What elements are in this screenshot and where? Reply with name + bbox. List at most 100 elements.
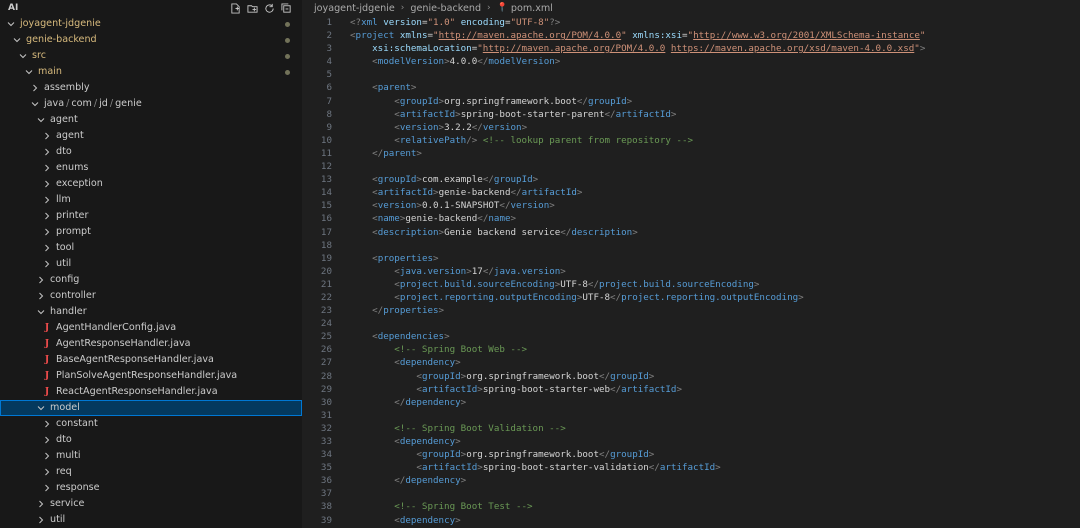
chevron-right-icon[interactable]: [42, 240, 52, 256]
chevron-right-icon[interactable]: [42, 480, 52, 496]
chevron-down-icon[interactable]: [36, 400, 46, 416]
folder-item[interactable]: agent: [0, 128, 302, 144]
folder-item[interactable]: genie-backend: [0, 32, 302, 48]
folder-item[interactable]: dto: [0, 432, 302, 448]
chevron-right-icon[interactable]: [42, 256, 52, 272]
chevron-right-icon[interactable]: [36, 512, 46, 528]
chevron-right-icon[interactable]: [42, 432, 52, 448]
code-line[interactable]: 19 <properties>: [302, 252, 1080, 265]
chevron-right-icon[interactable]: [42, 208, 52, 224]
code-line[interactable]: 14 <artifactId>genie-backend</artifactId…: [302, 186, 1080, 199]
folder-item[interactable]: main: [0, 64, 302, 80]
code-line[interactable]: 33 <dependency>: [302, 435, 1080, 448]
folder-item[interactable]: constant: [0, 416, 302, 432]
new-folder-icon[interactable]: [247, 3, 258, 14]
code-line[interactable]: 9 <version>3.2.2</version>: [302, 121, 1080, 134]
code-line[interactable]: 20 <java.version>17</java.version>: [302, 265, 1080, 278]
chevron-down-icon[interactable]: [36, 112, 46, 128]
folder-item[interactable]: prompt: [0, 224, 302, 240]
code-line[interactable]: 29 <artifactId>spring-boot-starter-web</…: [302, 383, 1080, 396]
code-line[interactable]: 36 </dependency>: [302, 474, 1080, 487]
folder-item[interactable]: enums: [0, 160, 302, 176]
chevron-right-icon[interactable]: [36, 288, 46, 304]
file-item[interactable]: J ReactAgentResponseHandler.java: [0, 384, 302, 400]
chevron-right-icon[interactable]: [42, 448, 52, 464]
code-line[interactable]: 39 <dependency>: [302, 514, 1080, 527]
code-line[interactable]: 35 <artifactId>spring-boot-starter-valid…: [302, 461, 1080, 474]
code-line[interactable]: 11 </parent>: [302, 147, 1080, 160]
code-line[interactable]: 12: [302, 160, 1080, 173]
code-line[interactable]: 32 <!-- Spring Boot Validation -->: [302, 422, 1080, 435]
code-line[interactable]: 13 <groupId>com.example</groupId>: [302, 173, 1080, 186]
folder-item[interactable]: assembly: [0, 80, 302, 96]
code-line[interactable]: 2 <project xmlns="http://maven.apache.org…: [302, 29, 1080, 42]
file-item[interactable]: J PlanSolveAgentResponseHandler.java: [0, 368, 302, 384]
folder-item[interactable]: model: [0, 400, 302, 416]
chevron-right-icon[interactable]: [36, 496, 46, 512]
code-line[interactable]: 4 <modelVersion>4.0.0</modelVersion>: [302, 55, 1080, 68]
collapse-all-icon[interactable]: [281, 2, 292, 14]
chevron-right-icon[interactable]: [42, 192, 52, 208]
folder-item[interactable]: service: [0, 496, 302, 512]
folder-item[interactable]: agent: [0, 112, 302, 128]
folder-item[interactable]: exception: [0, 176, 302, 192]
chevron-right-icon[interactable]: [42, 464, 52, 480]
code-line[interactable]: 16 <name>genie-backend</name>: [302, 212, 1080, 225]
code-line[interactable]: 31: [302, 409, 1080, 422]
code-line[interactable]: 25 <dependencies>: [302, 330, 1080, 343]
chevron-down-icon[interactable]: [36, 304, 46, 320]
chevron-down-icon[interactable]: [6, 16, 16, 32]
folder-item[interactable]: util: [0, 256, 302, 272]
code-line[interactable]: 23 </properties>: [302, 304, 1080, 317]
folder-item[interactable]: llm: [0, 192, 302, 208]
code-line[interactable]: 18: [302, 239, 1080, 252]
code-line[interactable]: 34 <groupId>org.springframework.boot</gr…: [302, 448, 1080, 461]
code-line[interactable]: 15 <version>0.0.1-SNAPSHOT</version>: [302, 199, 1080, 212]
code-line[interactable]: 22 <project.reporting.outputEncoding>UTF…: [302, 291, 1080, 304]
folder-item[interactable]: config: [0, 272, 302, 288]
folder-item[interactable]: joyagent-jdgenie: [0, 16, 302, 32]
code-line[interactable]: 8 <artifactId>spring-boot-starter-parent…: [302, 108, 1080, 121]
code-line[interactable]: 26 <!-- Spring Boot Web -->: [302, 343, 1080, 356]
code-line[interactable]: 30 </dependency>: [302, 396, 1080, 409]
folder-item[interactable]: response: [0, 480, 302, 496]
chevron-right-icon[interactable]: [42, 160, 52, 176]
code-line[interactable]: 1 <?xml version="1.0" encoding="UTF-8"?>: [302, 16, 1080, 29]
code-line[interactable]: 38 <!-- Spring Boot Test -->: [302, 500, 1080, 513]
file-item[interactable]: J AgentResponseHandler.java: [0, 336, 302, 352]
folder-item[interactable]: multi: [0, 448, 302, 464]
folder-item[interactable]: controller: [0, 288, 302, 304]
code-line[interactable]: 37: [302, 487, 1080, 500]
code-line[interactable]: 5: [302, 68, 1080, 81]
code-line[interactable]: 24: [302, 317, 1080, 330]
chevron-right-icon[interactable]: [42, 224, 52, 240]
code-line[interactable]: 10 <relativePath/> <!-- lookup parent fr…: [302, 134, 1080, 147]
folder-item[interactable]: handler: [0, 304, 302, 320]
folder-item[interactable]: java / com / jd / genie: [0, 96, 302, 112]
folder-item[interactable]: printer: [0, 208, 302, 224]
folder-item[interactable]: dto: [0, 144, 302, 160]
chevron-right-icon[interactable]: [42, 144, 52, 160]
code-line[interactable]: 27 <dependency>: [302, 356, 1080, 369]
chevron-right-icon[interactable]: [42, 128, 52, 144]
folder-item[interactable]: req: [0, 464, 302, 480]
folder-item[interactable]: tool: [0, 240, 302, 256]
folder-item[interactable]: src: [0, 48, 302, 64]
file-item[interactable]: J BaseAgentResponseHandler.java: [0, 352, 302, 368]
refresh-icon[interactable]: [264, 3, 275, 14]
chevron-down-icon[interactable]: [18, 48, 28, 64]
code-line[interactable]: 28 <groupId>org.springframework.boot</gr…: [302, 370, 1080, 383]
chevron-down-icon[interactable]: [30, 96, 40, 112]
code-line[interactable]: 3 xsi:schemaLocation="http://maven.apach…: [302, 42, 1080, 55]
code-line[interactable]: 6 <parent>: [302, 81, 1080, 94]
breadcrumb-item-file[interactable]: pom.xml: [511, 3, 553, 14]
file-item[interactable]: J AgentHandlerConfig.java: [0, 320, 302, 336]
chevron-down-icon[interactable]: [12, 32, 22, 48]
chevron-right-icon[interactable]: [36, 272, 46, 288]
code-line[interactable]: 17 <description>Genie backend service</d…: [302, 226, 1080, 239]
code-line[interactable]: 7 <groupId>org.springframework.boot</gro…: [302, 95, 1080, 108]
folder-item[interactable]: util: [0, 512, 302, 528]
new-file-icon[interactable]: [230, 2, 241, 14]
code-line[interactable]: 21 <project.build.sourceEncoding>UTF-8</…: [302, 278, 1080, 291]
chevron-right-icon[interactable]: [42, 416, 52, 432]
